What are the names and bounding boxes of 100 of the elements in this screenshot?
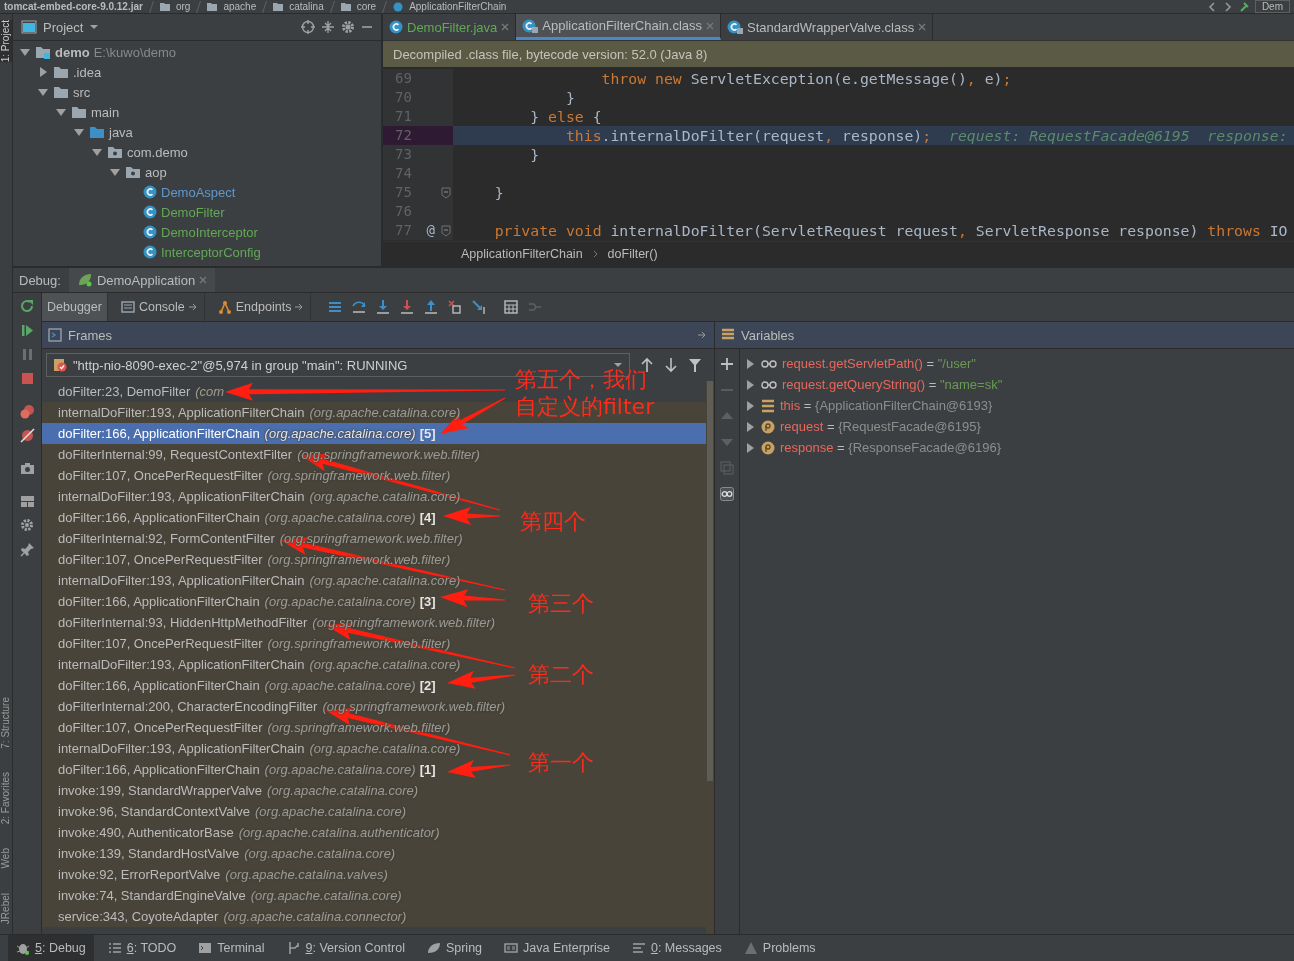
collapse-all-icon[interactable] (321, 20, 335, 34)
tree-item[interactable]: src (73, 84, 91, 100)
stop-icon[interactable] (19, 371, 35, 386)
debugger-tab[interactable]: Debugger (42, 293, 108, 321)
collapse-arrow-icon[interactable] (55, 106, 67, 118)
debugger-tab[interactable]: Console (115, 293, 205, 321)
panel-icon (21, 20, 37, 34)
stack-frame[interactable]: doFilter:23, DemoFilter (com (58, 384, 225, 399)
tool-window-tab[interactable]: 7: Structure (0, 696, 12, 749)
collapse-arrow-icon[interactable] (73, 126, 85, 138)
debugger-tab[interactable]: Endpoints (212, 293, 312, 321)
stack-frame[interactable]: doFilter:166, ApplicationFilterChain (org.apache.catalina.core) [1] (58, 762, 436, 777)
close-icon[interactable] (501, 23, 510, 31)
tree-item[interactable]: aop (145, 164, 167, 180)
variable-entry[interactable]: request.getServletPath() = "/user" (782, 356, 976, 371)
tree-item[interactable]: DemoAspect (161, 184, 236, 200)
fold-marker-icon[interactable] (441, 224, 452, 237)
step-into-icon[interactable] (375, 299, 392, 315)
breadcrumb-item[interactable]: core (356, 0, 377, 13)
tree-item[interactable]: DemoInterceptor (161, 224, 258, 240)
editor-tab[interactable]: StandardWrapperValve.class (721, 14, 934, 40)
variable-entry[interactable]: response = {ResponseFacade@6196} (780, 440, 1001, 455)
breakpoints-icon[interactable] (19, 404, 35, 419)
force-step-into-icon[interactable] (399, 299, 416, 315)
dropdown-caret-icon[interactable] (89, 24, 100, 30)
frames-list-icon[interactable] (327, 299, 344, 315)
drop-frame-icon[interactable] (447, 299, 464, 315)
resume-icon[interactable] (19, 323, 35, 338)
camera-icon[interactable] (19, 461, 35, 476)
breadcrumb-item[interactable]: ApplicationFilterChain (409, 0, 507, 13)
tool-window-button[interactable]: 6: TODO (99, 935, 185, 961)
separator-icon (329, 0, 335, 13)
breadcrumb-item[interactable]: catalina (289, 0, 324, 13)
arrow-down-icon[interactable] (664, 357, 678, 373)
expand-arrow-icon[interactable] (744, 441, 756, 454)
settings-icon[interactable] (341, 20, 355, 34)
variable-entry[interactable]: request = {RequestFacade@6195} (780, 419, 981, 434)
tool-window-button[interactable]: Terminal (190, 935, 273, 961)
panel-title: Variables (741, 327, 795, 343)
hammer-icon[interactable] (1238, 1, 1249, 12)
editor-tab[interactable]: ApplicationFilterChain.class (516, 14, 721, 40)
tool-window-button[interactable]: 0: Messages (623, 935, 730, 961)
override-marker[interactable]: @ (426, 221, 442, 240)
breadcrumb-item[interactable]: doFilter() (607, 247, 658, 261)
tool-window-tab[interactable]: 1: Project (0, 20, 12, 63)
tool-window-button[interactable]: Spring (418, 935, 491, 961)
run-to-cursor-icon[interactable] (471, 299, 488, 315)
collapse-arrow-icon[interactable] (91, 146, 103, 158)
tool-window-button[interactable]: 9: Version Control (278, 935, 413, 961)
step-over-icon[interactable] (351, 299, 368, 315)
breadcrumb-item[interactable]: ApplicationFilterChain (461, 247, 583, 261)
code-line: } (493, 183, 505, 202)
breadcrumb-item[interactable]: org (175, 0, 191, 13)
collapse-arrow-icon[interactable] (109, 166, 121, 178)
pin-tab-icon[interactable] (698, 331, 708, 339)
add-icon[interactable] (720, 357, 734, 371)
tree-item[interactable]: com.demo (127, 144, 188, 160)
breadcrumb-item[interactable]: apache (223, 0, 257, 13)
expand-arrow-icon[interactable] (744, 357, 756, 370)
tree-item[interactable]: InterceptorConfig (161, 244, 261, 260)
settings-icon[interactable] (19, 518, 35, 533)
tool-window-button[interactable]: Problems (735, 935, 824, 961)
session-tab[interactable]: DemoApplication (68, 268, 216, 292)
tool-window-tab[interactable]: JRebel (0, 892, 12, 924)
collapse-arrow-icon[interactable] (37, 86, 49, 98)
tool-window-tab[interactable]: 2: Favorites (0, 772, 12, 825)
tree-item[interactable]: .idea (73, 64, 102, 80)
fold-marker-icon[interactable] (441, 186, 452, 199)
tree-item[interactable]: main (91, 104, 120, 120)
variables-icon (721, 328, 735, 342)
mute-breakpoints-icon[interactable] (19, 428, 35, 443)
locate-icon[interactable] (301, 20, 315, 34)
rerun-icon[interactable] (19, 299, 35, 314)
evaluate-icon[interactable] (503, 299, 520, 315)
close-icon[interactable] (918, 23, 927, 31)
tree-item[interactable]: DemoFilter (161, 204, 225, 220)
tree-item[interactable]: demo (55, 44, 90, 60)
tool-window-button[interactable]: Java Enterprise (496, 935, 618, 961)
variable-entry[interactable]: this = {ApplicationFilterChain@6193} (780, 398, 993, 413)
tool-window-tab[interactable]: Web (0, 848, 12, 869)
variable-entry[interactable]: request.getQueryString() = "name=sk" (782, 377, 1003, 392)
tool-window-button[interactable]: 5: Debug (8, 935, 94, 961)
watches-toggle-icon[interactable] (720, 487, 734, 501)
tree-item[interactable]: java (109, 124, 133, 140)
close-icon[interactable] (199, 276, 208, 284)
collapse-arrow-icon[interactable] (19, 46, 31, 58)
filter-icon[interactable] (688, 357, 702, 373)
expand-arrow-icon[interactable] (744, 399, 756, 412)
class-icon (389, 20, 403, 34)
expand-arrow-icon[interactable] (744, 420, 756, 433)
breadcrumb-item[interactable]: tomcat-embed-core-9.0.12.jar (4, 0, 143, 13)
expand-arrow-icon[interactable] (744, 378, 756, 391)
pin-icon[interactable] (19, 542, 35, 557)
parameter-icon (761, 419, 775, 434)
annotation-text: 第一个 (528, 749, 595, 776)
step-out-icon[interactable] (423, 299, 440, 315)
stack-frame[interactable]: doFilter:166, ApplicationFilterChain (org.apache.catalina.core) [3] (58, 594, 436, 609)
layout-icon[interactable] (19, 494, 35, 509)
run-configuration-selector[interactable]: Dem (1254, 0, 1290, 13)
expand-arrow-icon[interactable] (37, 66, 49, 78)
